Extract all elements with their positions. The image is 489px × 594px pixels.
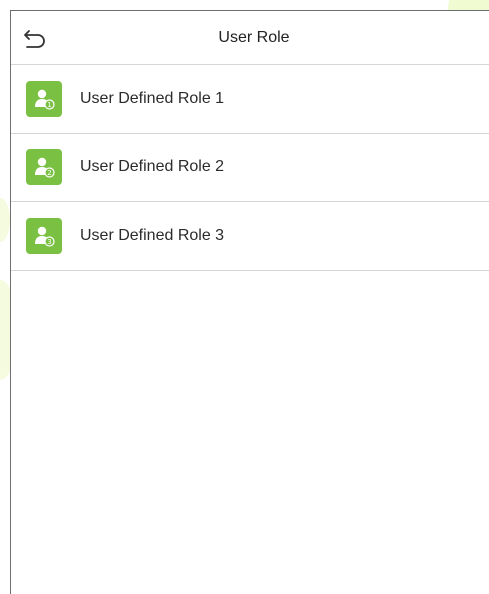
svg-text:1: 1 [47, 101, 51, 109]
role-item-2[interactable]: 2 User Defined Role 2 [11, 134, 489, 202]
svg-text:3: 3 [47, 238, 51, 246]
header-bar: User Role [11, 11, 489, 65]
user-role-icon: 2 [26, 149, 62, 186]
svg-text:2: 2 [47, 169, 51, 177]
role-label: User Defined Role 2 [80, 158, 225, 176]
user-role-icon: 3 [26, 217, 62, 254]
role-list: 1 User Defined Role 1 2 User Defined Rol… [11, 65, 489, 271]
user-role-icon: 1 [26, 80, 62, 117]
role-item-3[interactable]: 3 User Defined Role 3 [11, 202, 489, 271]
role-item-1[interactable]: 1 User Defined Role 1 [11, 65, 489, 134]
page-title: User Role [218, 29, 290, 46]
role-label: User Defined Role 1 [80, 89, 225, 107]
user-role-screen: User Role 1 User Defined Role 1 2 User D… [10, 10, 489, 594]
role-label: User Defined Role 3 [80, 226, 225, 244]
